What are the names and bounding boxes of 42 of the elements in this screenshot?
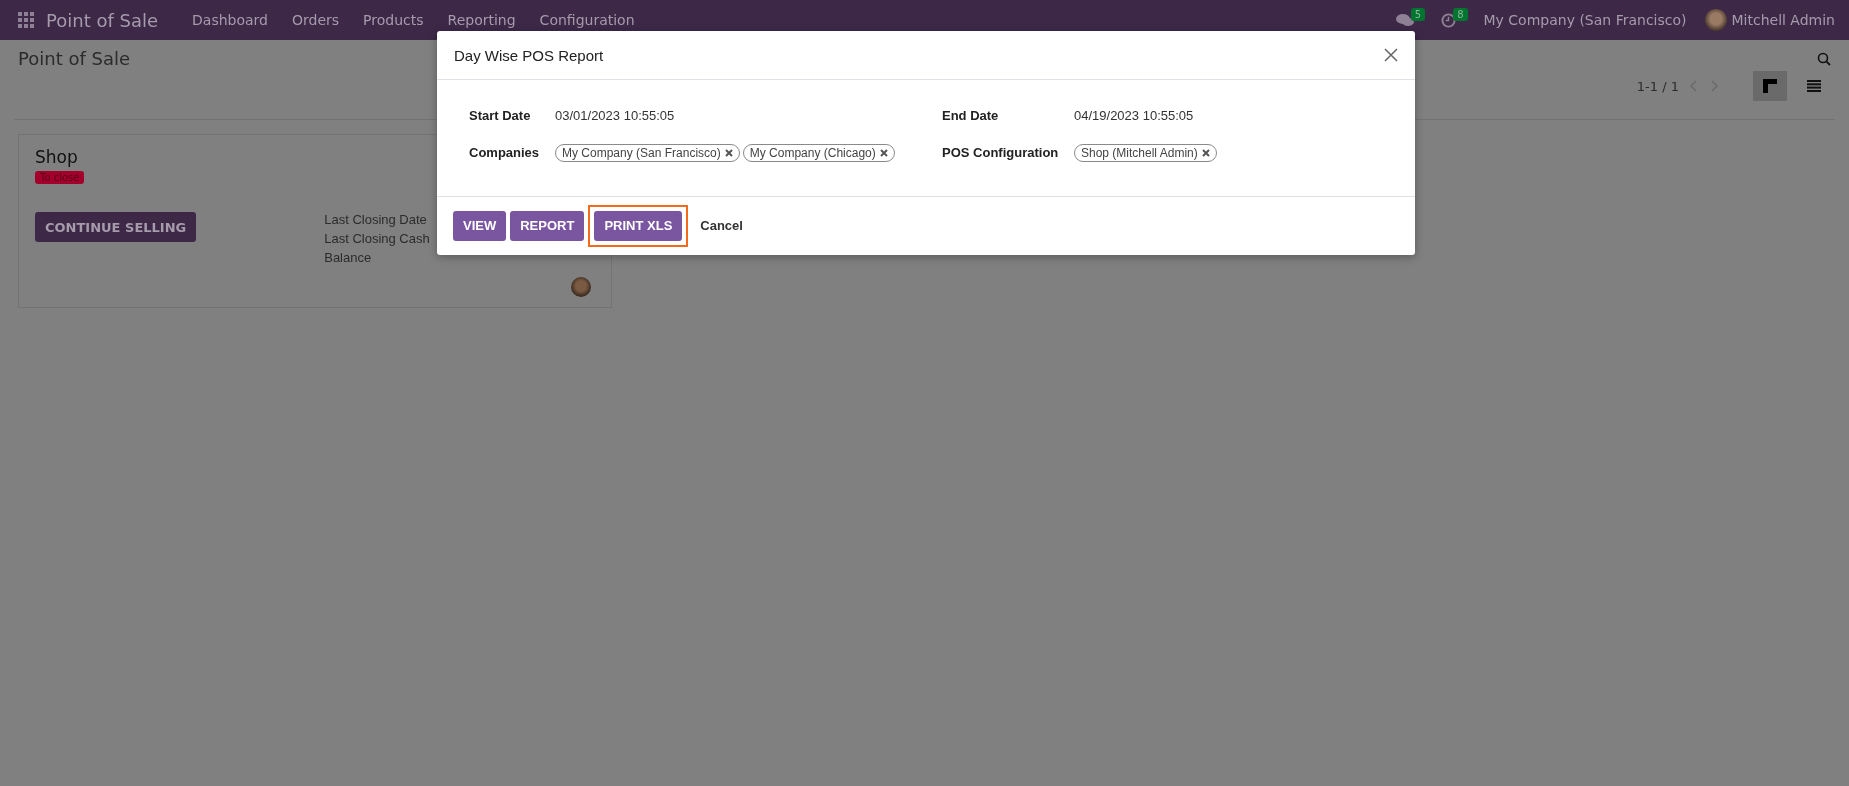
action-button[interactable]: PRINT XLS [588,205,689,247]
kanban-icon [1763,79,1777,93]
cancel-link[interactable]: Cancel [692,211,751,241]
pager: 1-1 / 1 [1636,78,1679,94]
menu-item[interactable]: Configuration [527,12,647,28]
field-label: Companies [469,145,541,161]
remove-icon[interactable] [724,148,733,157]
continue-selling-button[interactable]: CONTINUE SELLING [35,212,197,242]
remove-icon[interactable] [879,148,888,157]
page-title: Point of Sale [18,48,131,69]
status-badge: To close [35,171,85,184]
field-label: Balance [324,250,373,265]
field-label: End Date [942,108,1000,124]
date-value[interactable]: 03/01/2023 10:55:05 [555,108,942,124]
message-count: 5 [1410,7,1426,21]
activity-count: 8 [1453,7,1468,21]
menu-item[interactable]: Dashboard [180,12,280,28]
avatar[interactable] [1704,9,1727,31]
kanban-view-button[interactable] [1753,71,1787,101]
company-switcher[interactable]: My Company (San Francisco) [1483,12,1687,28]
app-name[interactable]: Point of Sale [46,9,159,31]
field-label: Last Closing Date [324,212,428,227]
search-icon[interactable] [1817,51,1831,66]
menu-item[interactable]: Orders [280,12,352,28]
remove-icon[interactable] [1201,148,1210,157]
date-value[interactable]: 04/19/2023 10:55:05 [1074,108,1383,124]
avatar [571,277,591,297]
chat-icon[interactable] [1395,13,1414,27]
field-label: Start Date [469,108,532,124]
action-button[interactable]: REPORT [510,211,585,241]
card-title: Shop [35,147,78,167]
apps-menu-icon[interactable] [18,12,34,28]
clock-icon[interactable] [1441,12,1457,28]
list-icon [1807,80,1821,92]
field-label: Last Closing Cash [324,231,430,246]
menu-item[interactable]: Products [351,12,436,28]
user-name[interactable]: Mitchell Admin [1731,12,1835,28]
field-label: POS Configuration [942,145,1060,161]
close-button[interactable] [1383,47,1399,63]
dialog-title: Day Wise POS Report [454,46,604,64]
menu-item[interactable]: Reporting [435,12,528,28]
action-button[interactable]: VIEW [453,211,507,241]
